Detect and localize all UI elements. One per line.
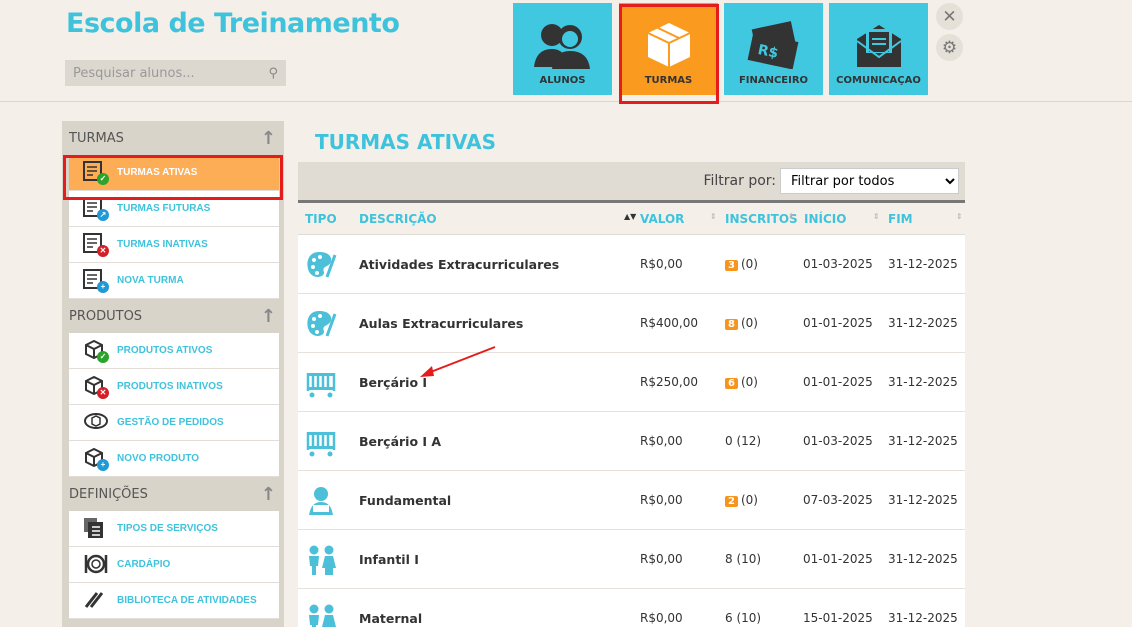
annotation-arrow: [420, 346, 496, 377]
